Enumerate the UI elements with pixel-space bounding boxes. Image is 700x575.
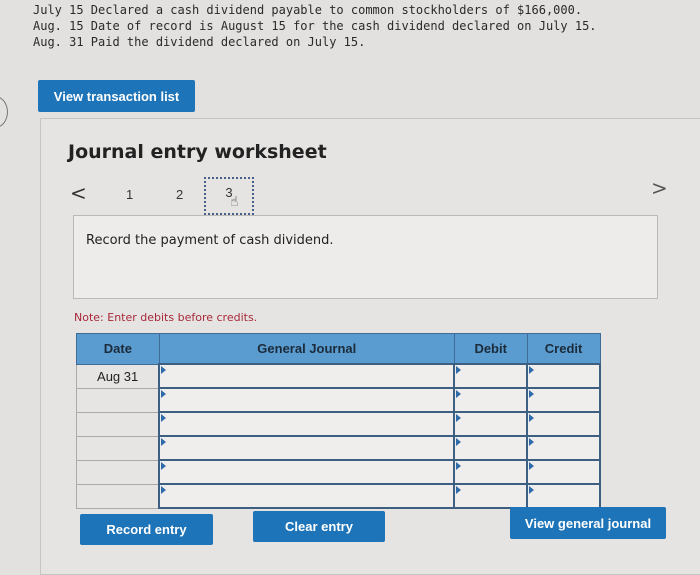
dropdown-marker-icon [456, 390, 462, 398]
journal-date-cell[interactable] [76, 387, 160, 413]
journal-credit-input[interactable] [526, 459, 601, 485]
problem-statement: July 15 Declared a cash dividend payable… [33, 2, 597, 50]
dropdown-marker-icon [456, 486, 462, 494]
dropdown-marker-icon [456, 462, 462, 470]
record-entry-button[interactable]: Record entry [80, 514, 213, 545]
chevron-left-icon[interactable]: < [70, 181, 87, 205]
dropdown-marker-icon [529, 366, 535, 374]
journal-account-input[interactable] [158, 459, 456, 485]
instruction-box [73, 215, 658, 299]
dropdown-marker-icon [161, 366, 167, 374]
journal-account-input[interactable] [158, 363, 456, 389]
journal-header-row: Date General Journal Debit Credit [76, 333, 601, 365]
header-credit: Credit [526, 333, 601, 365]
problem-line: July 15 Declared a cash dividend payable… [33, 3, 583, 17]
journal-table: Date General Journal Debit Credit Aug 31 [76, 333, 601, 509]
side-toggle-button[interactable] [0, 96, 8, 128]
journal-row [76, 459, 601, 485]
instruction-text: Record the payment of cash dividend. [86, 233, 334, 248]
dropdown-marker-icon [529, 390, 535, 398]
dropdown-marker-icon [529, 486, 535, 494]
journal-credit-input[interactable] [526, 363, 601, 389]
journal-debit-input[interactable] [453, 411, 529, 437]
dropdown-marker-icon [456, 414, 462, 422]
header-debit: Debit [453, 333, 528, 365]
journal-debit-input[interactable] [453, 459, 529, 485]
journal-credit-input[interactable] [526, 435, 601, 461]
journal-account-input[interactable] [158, 411, 456, 437]
journal-date-cell[interactable] [76, 483, 160, 509]
dropdown-marker-icon [529, 462, 535, 470]
chevron-right-icon[interactable]: > [651, 176, 668, 200]
dropdown-marker-icon [529, 414, 535, 422]
problem-line: Aug. 15 Date of record is August 15 for … [33, 19, 597, 33]
journal-date-cell[interactable] [76, 459, 160, 485]
dropdown-marker-icon [456, 366, 462, 374]
dropdown-marker-icon [161, 414, 167, 422]
step-tab-3-active[interactable]: 3 [204, 177, 254, 215]
step-tab-2[interactable]: 2 [176, 187, 183, 202]
journal-row [76, 435, 601, 461]
worksheet-title: Journal entry worksheet [68, 141, 327, 163]
clear-entry-button[interactable]: Clear entry [253, 511, 385, 542]
journal-debit-input[interactable] [453, 483, 529, 509]
journal-account-input[interactable] [158, 435, 456, 461]
dropdown-marker-icon [456, 438, 462, 446]
header-general-journal: General Journal [158, 333, 455, 365]
problem-line: Aug. 31 Paid the dividend declared on Ju… [33, 35, 366, 49]
header-date: Date [76, 333, 160, 365]
dropdown-marker-icon [161, 438, 167, 446]
view-transaction-list-button[interactable]: View transaction list [38, 80, 195, 112]
hand-cursor-icon: ☝ [230, 194, 239, 210]
journal-debit-input[interactable] [453, 435, 529, 461]
journal-account-input[interactable] [158, 483, 456, 509]
journal-date-cell[interactable]: Aug 31 [76, 363, 160, 389]
note-text: Note: Enter debits before credits. [74, 311, 258, 324]
journal-debit-input[interactable] [453, 363, 529, 389]
journal-debit-input[interactable] [453, 387, 529, 413]
dropdown-marker-icon [161, 390, 167, 398]
journal-row [76, 387, 601, 413]
journal-row [76, 411, 601, 437]
journal-row [76, 483, 601, 509]
view-general-journal-button[interactable]: View general journal [510, 507, 666, 539]
journal-row: Aug 31 [76, 363, 601, 389]
journal-credit-input[interactable] [526, 387, 601, 413]
journal-credit-input[interactable] [526, 411, 601, 437]
journal-account-input[interactable] [158, 387, 456, 413]
journal-date-cell[interactable] [76, 435, 160, 461]
journal-date-cell[interactable] [76, 411, 160, 437]
journal-credit-input[interactable] [526, 483, 601, 509]
dropdown-marker-icon [161, 462, 167, 470]
step-tab-1[interactable]: 1 [126, 187, 133, 202]
dropdown-marker-icon [529, 438, 535, 446]
dropdown-marker-icon [161, 486, 167, 494]
